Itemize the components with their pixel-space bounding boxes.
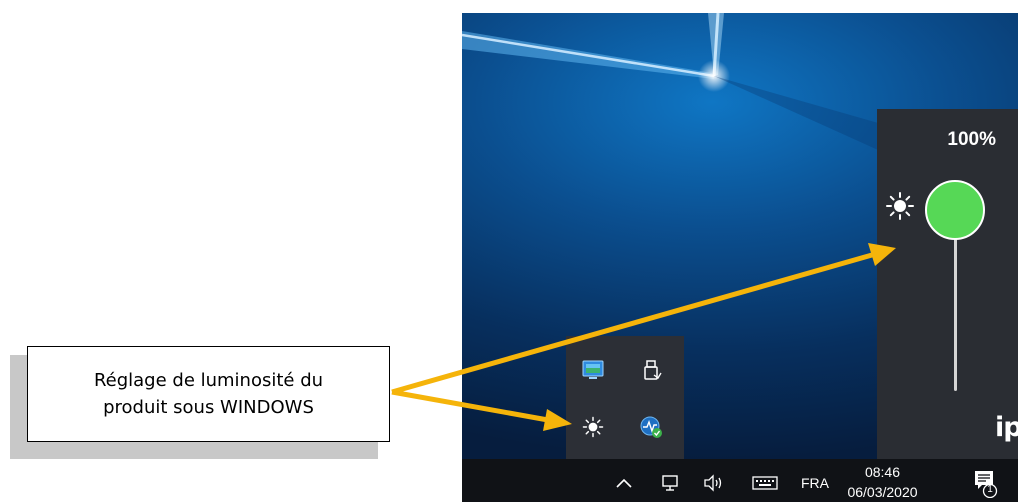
action-center-icon[interactable]: 1 bbox=[971, 468, 999, 498]
chevron-up-icon[interactable] bbox=[612, 471, 636, 495]
brand-logo: ipo bbox=[995, 412, 1018, 443]
brightness-slider-thumb[interactable] bbox=[925, 180, 985, 240]
tray-overflow-popup bbox=[566, 336, 684, 459]
usb-eject-icon[interactable] bbox=[638, 357, 664, 383]
sun-icon bbox=[886, 192, 914, 220]
notification-count: 1 bbox=[987, 484, 993, 495]
clock-date: 06/03/2020 bbox=[847, 484, 918, 500]
brightness-flyout: 100% ipo bbox=[877, 109, 1018, 459]
keyboard-icon[interactable] bbox=[750, 471, 780, 495]
display-settings-icon[interactable] bbox=[580, 357, 606, 383]
volume-icon[interactable] bbox=[702, 471, 726, 495]
network-activity-icon[interactable] bbox=[638, 414, 664, 440]
brightness-sun-icon[interactable] bbox=[580, 414, 606, 440]
callout-text: Réglage de luminosité du produit sous WI… bbox=[93, 370, 324, 418]
network-icon[interactable] bbox=[658, 471, 682, 495]
brightness-slider-track[interactable] bbox=[954, 221, 957, 391]
callout-box: Réglage de luminosité du produit sous WI… bbox=[27, 346, 390, 442]
brightness-percent: 100% bbox=[947, 129, 996, 150]
taskbar-clock[interactable]: 08:46 06/03/2020 bbox=[830, 462, 935, 502]
clock-time: 08:46 bbox=[864, 464, 901, 480]
language-indicator[interactable]: FRA bbox=[798, 473, 832, 493]
